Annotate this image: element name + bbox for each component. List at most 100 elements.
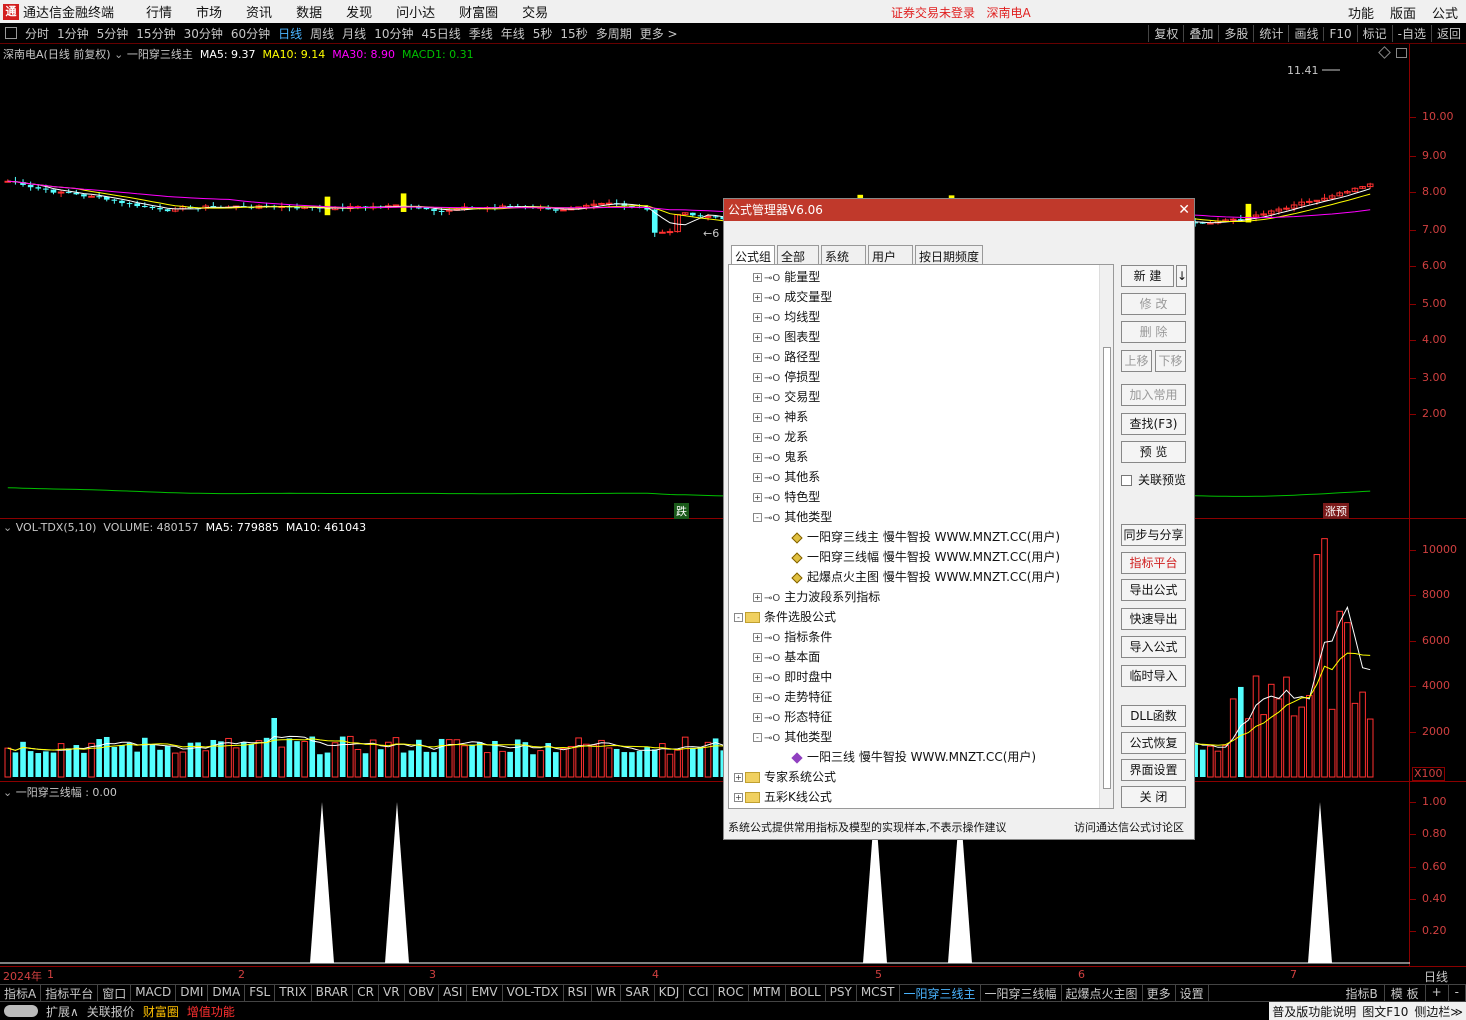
toolbar-tool[interactable]: F10: [1323, 26, 1356, 41]
expand-icon[interactable]: +: [753, 373, 762, 382]
volume-chart[interactable]: [0, 519, 1410, 782]
indicator-tab[interactable]: ROC: [714, 984, 749, 1002]
indicator-tab-right[interactable]: 模 板: [1385, 985, 1426, 1002]
period-label[interactable]: 日线: [1424, 968, 1448, 985]
expand-icon[interactable]: +: [753, 473, 762, 482]
status-addon[interactable]: 增值功能: [183, 1003, 239, 1020]
tree-node[interactable]: 一阳穿三线幅 慢牛智投 WWW.MNZT.CC(用户): [791, 547, 1060, 567]
indicator-tab[interactable]: KDJ: [655, 984, 685, 1002]
tree-node[interactable]: - 条件选股公式: [734, 607, 836, 627]
menu-discover[interactable]: 发现: [346, 2, 372, 21]
checkbox-icon[interactable]: [1121, 475, 1132, 486]
close-icon[interactable]: ✕: [1178, 199, 1190, 221]
expand-icon[interactable]: +: [753, 493, 762, 502]
period-item[interactable]: 30分钟: [184, 25, 223, 42]
period-item[interactable]: 5分钟: [97, 25, 129, 42]
toolbar-tool[interactable]: 多股: [1218, 25, 1253, 42]
period-item[interactable]: 分时: [25, 25, 49, 42]
menu-news[interactable]: 资讯: [246, 2, 272, 21]
indicator-tab[interactable]: 一阳穿三线主: [900, 984, 981, 1002]
expand-icon[interactable]: +: [753, 453, 762, 462]
tree-node[interactable]: + ⊸O 主力波段系列指标: [753, 587, 880, 607]
collapse-icon[interactable]: -: [753, 513, 762, 522]
expand-icon[interactable]: +: [753, 273, 762, 282]
preview-button[interactable]: 预 览: [1121, 441, 1186, 463]
menu-wealth[interactable]: 财富圈: [459, 2, 498, 21]
indicator-tab[interactable]: OBV: [405, 984, 440, 1002]
period-item[interactable]: 月线: [342, 25, 366, 42]
tree-node[interactable]: + ⊸O 交易型: [753, 387, 820, 407]
tree-node[interactable]: + ⊸O 路径型: [753, 347, 820, 367]
period-item[interactable]: 日线: [278, 25, 302, 42]
tree-node[interactable]: + ⊸O 图表型: [753, 327, 820, 347]
status-linked-quote[interactable]: 关联报价: [83, 1003, 139, 1020]
toolbar-tool[interactable]: 标记: [1356, 25, 1392, 42]
indicator-tab[interactable]: CCI: [684, 984, 714, 1002]
tree-scroll-thumb[interactable]: [1103, 347, 1111, 789]
formula-tree[interactable]: + ⊸O 能量型 + ⊸O 成交量型 + ⊸O 均线型 + ⊸O 图表型 + ⊸O 路径型 + ⊸O 停损型 + ⊸O…: [728, 264, 1114, 809]
tree-node[interactable]: + ⊸O 指标条件: [753, 627, 832, 647]
period-item[interactable]: 多周期: [596, 25, 632, 42]
export-formula-button[interactable]: 导出公式: [1121, 579, 1186, 601]
period-item[interactable]: 5秒: [533, 25, 553, 42]
period-item[interactable]: 60分钟: [231, 25, 270, 42]
period-item[interactable]: 45日线: [421, 25, 460, 42]
toolbar-tool[interactable]: 统计: [1253, 25, 1288, 42]
indicator-tab[interactable]: 一阳穿三线幅: [981, 984, 1062, 1002]
period-item[interactable]: 季线: [469, 25, 493, 42]
indicator-tab[interactable]: ASI: [439, 984, 468, 1002]
tree-node[interactable]: + ⊸O 其他系: [753, 467, 820, 487]
sync-share-button[interactable]: 同步与分享: [1121, 524, 1186, 546]
expand-icon[interactable]: +: [753, 393, 762, 402]
signal-chart[interactable]: [0, 782, 1410, 966]
candlestick-chart[interactable]: [0, 44, 1410, 519]
indicator-tab-right[interactable]: -: [1449, 985, 1466, 1002]
menu-layout[interactable]: 版面: [1390, 3, 1416, 22]
indicator-tab[interactable]: DMI: [176, 984, 209, 1002]
forum-link[interactable]: 访问通达信公式讨论区: [1074, 819, 1184, 835]
menu-trade[interactable]: 交易: [522, 2, 548, 21]
tree-node[interactable]: + ⊸O 特色型: [753, 487, 820, 507]
close-button[interactable]: 关 闭: [1121, 786, 1186, 808]
tree-node[interactable]: + ⊸O 形态特征: [753, 707, 832, 727]
add-common-button[interactable]: 加入常用: [1121, 384, 1186, 406]
new-dropdown-button[interactable]: ↓: [1176, 265, 1187, 287]
expand-icon[interactable]: +: [734, 773, 743, 782]
menu-ask[interactable]: 问小达: [396, 2, 435, 21]
menu-function[interactable]: 功能: [1348, 3, 1374, 22]
indicator-tab[interactable]: WR: [592, 984, 622, 1002]
period-item[interactable]: 1分钟: [57, 25, 89, 42]
toolbar-tool[interactable]: 叠加: [1183, 25, 1218, 42]
import-formula-button[interactable]: 导入公式: [1121, 636, 1186, 658]
expand-icon[interactable]: +: [753, 693, 762, 702]
expand-icon[interactable]: +: [753, 413, 762, 422]
status-f10[interactable]: 图文F10: [1359, 1003, 1411, 1020]
indicator-tab[interactable]: CR: [353, 984, 379, 1002]
indicator-tab[interactable]: FSL: [245, 984, 276, 1002]
collapse-icon[interactable]: -: [753, 733, 762, 742]
indicator-tab[interactable]: VR: [379, 984, 405, 1002]
indicator-tab[interactable]: 起爆点火主图: [1062, 984, 1143, 1002]
indicator-tab-right[interactable]: +: [1426, 985, 1449, 1002]
move-down-button[interactable]: 下移: [1155, 350, 1186, 372]
indicator-tab[interactable]: 窗口: [98, 984, 132, 1002]
tree-node[interactable]: + ⊸O 能量型: [753, 267, 820, 287]
delete-button[interactable]: 删 除: [1121, 321, 1186, 343]
new-button[interactable]: 新 建: [1121, 265, 1174, 287]
period-item[interactable]: 10分钟: [374, 25, 413, 42]
status-help[interactable]: 普及版功能说明: [1269, 1003, 1359, 1020]
indicator-tab[interactable]: 指标平台: [41, 984, 99, 1002]
expand-icon[interactable]: +: [753, 653, 762, 662]
period-item[interactable]: 15秒: [560, 25, 587, 42]
indicator-tab[interactable]: SAR: [621, 984, 655, 1002]
restore-formula-button[interactable]: 公式恢复: [1121, 732, 1186, 754]
tree-node[interactable]: - ⊸O 其他类型: [753, 727, 832, 747]
expand-icon[interactable]: +: [753, 593, 762, 602]
toolbar-tool[interactable]: -自选: [1391, 25, 1431, 42]
expand-icon[interactable]: +: [753, 673, 762, 682]
indicator-tab[interactable]: MTM: [749, 984, 786, 1002]
period-item[interactable]: 更多 >: [640, 25, 678, 42]
tree-node[interactable]: - ⊸O 其他类型: [753, 507, 832, 527]
tree-node[interactable]: + ⊸O 停损型: [753, 367, 820, 387]
indicator-tab-right[interactable]: 指标B: [1340, 985, 1385, 1002]
